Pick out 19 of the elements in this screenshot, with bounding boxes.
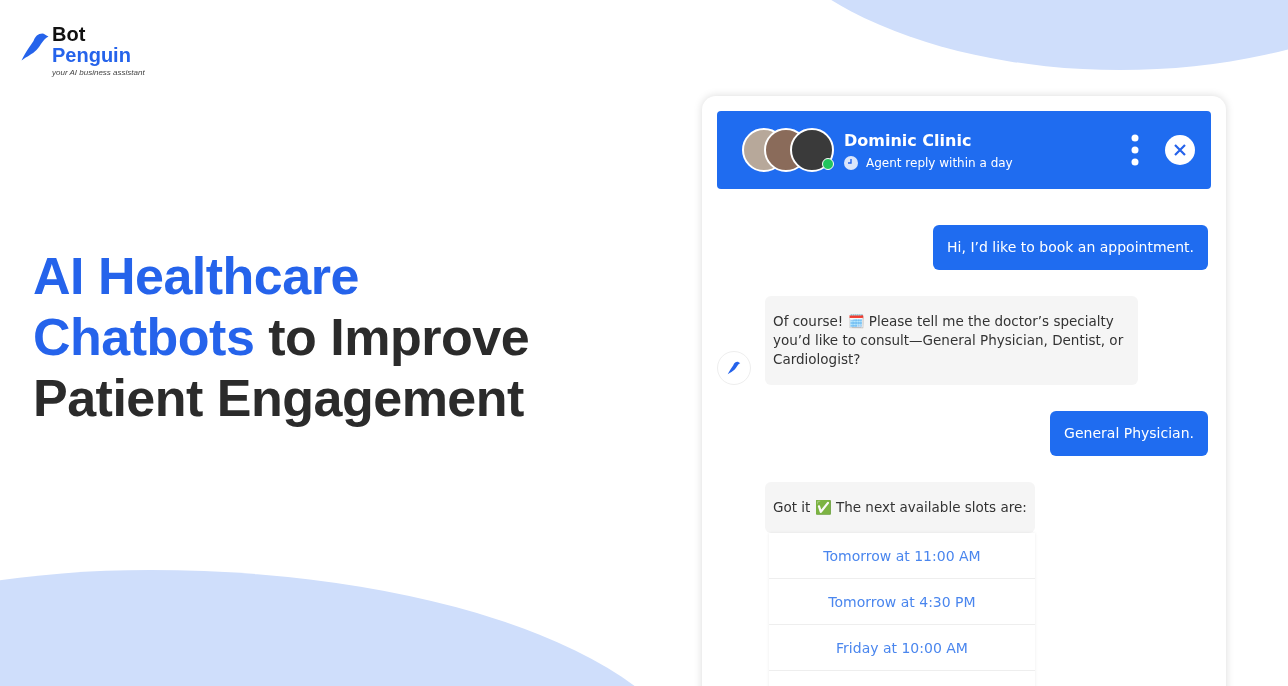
chat-title: Dominic Clinic: [844, 130, 973, 150]
bot-message: Got it ✅ The next available slots are:: [765, 482, 1035, 533]
reply-time-text: Agent reply within a day: [866, 155, 1013, 170]
user-message: General Physician.: [1050, 411, 1208, 456]
time-slot-option[interactable]: Friday at 10:00 AM: [769, 625, 1035, 671]
time-slot-option[interactable]: Tomorrow at 11:00 AM: [769, 533, 1035, 579]
close-icon: [1174, 144, 1186, 156]
logo-tagline: your AI business assistant: [52, 68, 145, 78]
logo-wordmark: Penguin: [52, 44, 132, 66]
more-options-icon[interactable]: [1131, 134, 1139, 166]
avatar-placeholder: [790, 128, 834, 172]
close-button[interactable]: [1165, 135, 1195, 165]
headline: AI Healthcare Chatbots to Improve Patient Engagement: [33, 246, 531, 429]
user-message: Hi, I’d like to book an appointment.: [933, 225, 1208, 270]
clock-icon: [844, 155, 858, 170]
bot-message: Of course! 🗓 Please tell me the doctor’s specialty you’d like to consult—General Physician, Dentist, or Cardiologist?: [765, 296, 1138, 385]
logo-wordmark: Bot: [52, 24, 87, 44]
time-slot-option[interactable]: Tomorrow at 4:30 PM: [769, 579, 1035, 625]
penguin-icon: [727, 361, 741, 375]
